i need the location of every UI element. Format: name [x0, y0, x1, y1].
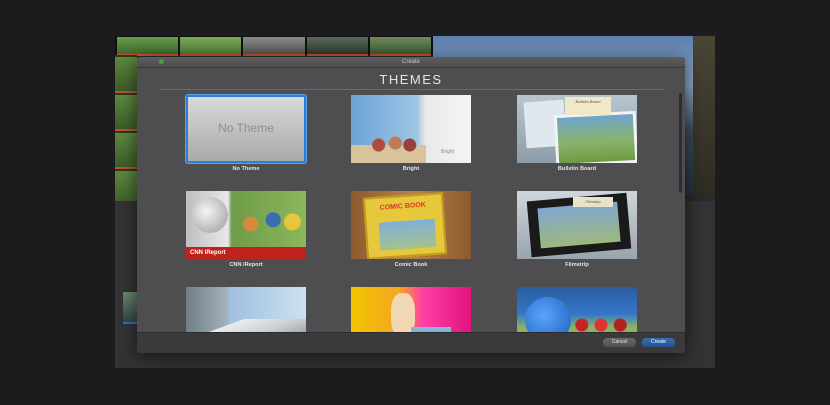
- heading-divider: [159, 89, 665, 90]
- thumbnail-text: Bright: [441, 149, 455, 155]
- clip-browser-strip: [115, 55, 137, 207]
- theme-label: Filmstrip: [565, 262, 589, 268]
- theme-thumbnail[interactable]: Bright: [351, 95, 471, 163]
- theme-thumbnail[interactable]: [517, 287, 637, 333]
- theme-thumbnail[interactable]: Bulletin Board: [517, 95, 637, 163]
- theme-label: Bulletin Board: [557, 166, 597, 172]
- clip-thumbnail[interactable]: [115, 57, 137, 93]
- film-sign: Filmstrip: [573, 197, 613, 207]
- thumbnail-text: CNN iReport: [190, 250, 226, 256]
- themes-heading: THEMES: [379, 72, 443, 87]
- thumbnail-text: COMIC BOOK: [379, 201, 427, 212]
- theme-no-theme[interactable]: No Theme No Theme: [186, 95, 306, 172]
- beach-people: [369, 135, 417, 155]
- cancel-button[interactable]: Cancel: [603, 338, 636, 347]
- theme-grid: No Theme No Theme Bright Bright Bulletin…: [137, 91, 685, 333]
- comic-panel: [378, 218, 437, 251]
- theme-row3-3[interactable]: [517, 287, 637, 333]
- theme-thumbnail[interactable]: CNN iReport: [186, 191, 306, 259]
- clip-thumbnail[interactable]: [306, 37, 368, 56]
- theme-thumbnail[interactable]: COMIC BOOK: [351, 191, 471, 259]
- pinned-photo: [553, 110, 637, 163]
- theme-scrollbar[interactable]: [679, 93, 682, 193]
- sports-ball: [525, 297, 571, 333]
- theme-label: No Theme: [232, 166, 260, 172]
- globe-icon: [192, 197, 228, 233]
- thumbnail-text: No Theme: [218, 121, 274, 135]
- pinned-note: Bulletin Board: [565, 97, 611, 115]
- theme-label: Bright: [402, 166, 420, 172]
- theme-bright[interactable]: Bright Bright: [351, 95, 471, 172]
- theme-label: Comic Book: [394, 262, 428, 268]
- thumbnail-text: Bulletin Board: [575, 99, 601, 104]
- clip-thumbnail[interactable]: [369, 37, 432, 56]
- comic-cover: COMIC BOOK: [362, 192, 448, 259]
- window-title: Create: [401, 59, 420, 65]
- sports-players: [569, 305, 633, 333]
- theme-filmstrip[interactable]: Filmstrip Filmstrip: [517, 191, 637, 268]
- theme-bulletin-board[interactable]: Bulletin Board Bulletin Board: [517, 95, 637, 172]
- clip-thumbnail[interactable]: [115, 133, 137, 169]
- clip-thumbnail[interactable]: [180, 37, 242, 56]
- mountain-peaks: [186, 319, 306, 333]
- cnn-banner: CNN iReport: [186, 247, 306, 259]
- thumbnail-text: Filmstrip: [585, 199, 601, 204]
- clip-thumbnail[interactable]: [243, 37, 305, 56]
- theme-thumbnail[interactable]: [351, 287, 471, 333]
- clip-thumbnail[interactable]: [117, 37, 179, 56]
- theme-thumbnail[interactable]: Filmstrip: [517, 191, 637, 259]
- dialog-titlebar: Create: [137, 57, 685, 68]
- clip-thumbnail[interactable]: [115, 95, 137, 131]
- create-dialog: Create THEMES No Theme No Theme Bright B…: [137, 57, 685, 353]
- theme-comic-book[interactable]: COMIC BOOK Comic Book: [351, 191, 471, 268]
- dialog-footer: Cancel Create: [137, 332, 685, 353]
- theme-thumbnail[interactable]: No Theme: [186, 95, 306, 163]
- theme-row3-2[interactable]: [351, 287, 471, 333]
- preview-rock: [693, 36, 715, 196]
- timeline-clip[interactable]: [123, 292, 137, 324]
- create-button[interactable]: Create: [642, 338, 675, 347]
- event-film-strip: [115, 36, 433, 56]
- theme-thumbnail[interactable]: [186, 287, 306, 333]
- theme-row3-1[interactable]: [186, 287, 306, 333]
- thumbnail-people: [238, 203, 302, 245]
- theme-label: CNN iReport: [229, 262, 263, 268]
- film-frame: [537, 201, 621, 249]
- theme-cnn-ireport[interactable]: CNN iReport CNN iReport: [186, 191, 306, 268]
